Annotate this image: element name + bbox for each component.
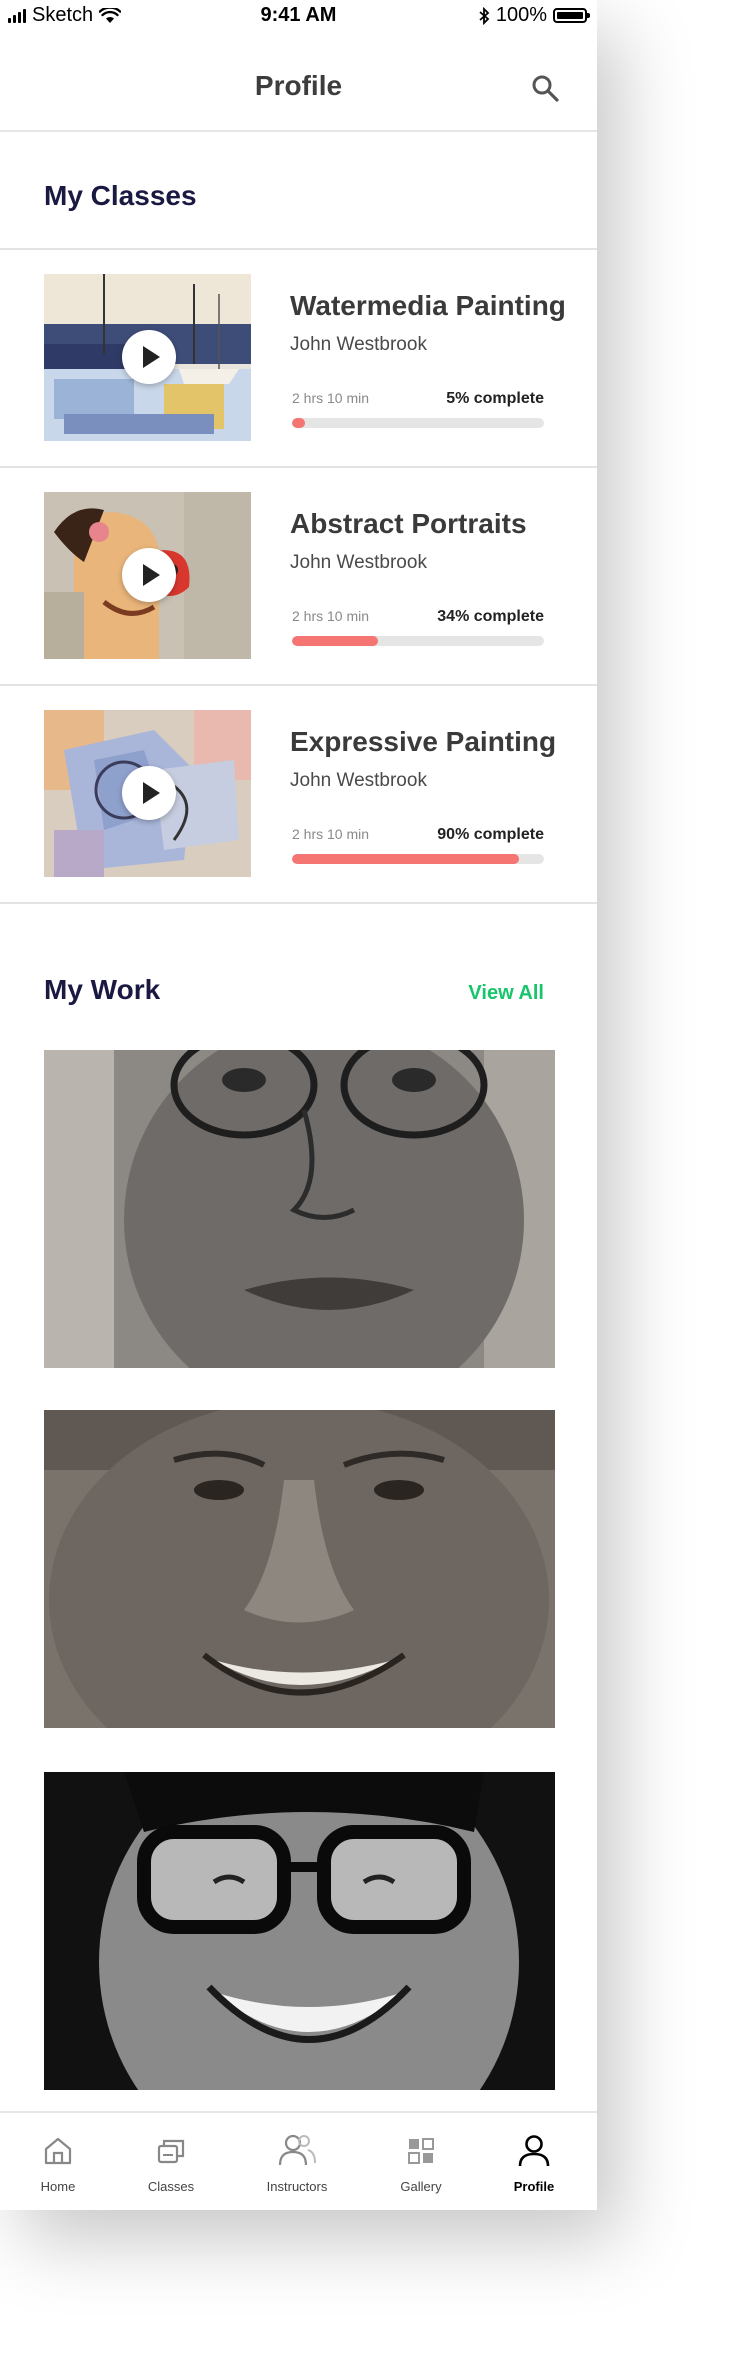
tab-label: Gallery	[400, 2179, 442, 2194]
app-header: Profile	[0, 34, 597, 132]
tab-home[interactable]: Home	[8, 2113, 108, 2210]
progress-fill	[292, 418, 305, 428]
my-classes-heading: My Classes	[44, 180, 197, 211]
battery-icon	[553, 8, 590, 23]
class-title: Abstract Portraits	[290, 508, 527, 539]
my-work-heading: My Work	[44, 974, 161, 1005]
page-title: Profile	[254, 70, 343, 101]
class-author: John Westbrook	[290, 770, 427, 791]
progress-bar	[292, 854, 544, 864]
tab-gallery[interactable]: Gallery	[371, 2113, 471, 2210]
gallery-icon	[408, 2138, 434, 2164]
status-bar: Sketch 9:41 AM 100%	[0, 0, 597, 34]
tab-label: Home	[40, 2179, 76, 2194]
class-thumbnail[interactable]	[44, 274, 251, 441]
progress-fill	[292, 636, 378, 646]
bluetooth-icon	[479, 6, 490, 25]
tab-label: Profile	[513, 2179, 555, 2194]
class-card[interactable]: Abstract Portraits John Westbrook 2 hrs …	[0, 468, 597, 684]
class-duration: 2 hrs 10 min	[292, 390, 370, 406]
class-progress-label: 34% complete	[437, 608, 544, 625]
tab-label: Instructors	[266, 2179, 328, 2194]
tab-instructors[interactable]: Instructors	[247, 2113, 347, 2210]
home-icon	[44, 2137, 72, 2165]
progress-fill	[292, 854, 519, 864]
class-card[interactable]: Expressive Painting John Westbrook 2 hrs…	[0, 686, 597, 902]
class-card[interactable]: Watermedia Painting John Westbrook 2 hrs…	[0, 250, 597, 466]
phone-screen: Sketch 9:41 AM 100% Profile My Classes W…	[0, 0, 597, 2210]
class-title: Watermedia Painting	[290, 290, 566, 321]
class-duration: 2 hrs 10 min	[292, 826, 370, 842]
work-image[interactable]	[44, 1772, 555, 2090]
battery-percent: 100%	[495, 4, 547, 26]
class-author: John Westbrook	[290, 552, 427, 573]
play-icon[interactable]	[122, 330, 176, 384]
class-progress-label: 5% complete	[446, 390, 544, 407]
progress-bar	[292, 636, 544, 646]
instructors-icon	[278, 2134, 316, 2166]
profile-icon	[518, 2135, 550, 2167]
class-author: John Westbrook	[290, 334, 427, 355]
tab-profile[interactable]: Profile	[484, 2113, 584, 2210]
tab-bar: Home Classes Instructors Gallery Profile	[0, 2111, 597, 2210]
search-icon[interactable]	[531, 74, 559, 102]
play-icon[interactable]	[122, 548, 176, 602]
work-image[interactable]	[44, 1050, 555, 1368]
class-duration: 2 hrs 10 min	[292, 608, 370, 624]
work-image[interactable]	[44, 1410, 555, 1728]
class-progress-label: 90% complete	[437, 826, 544, 843]
class-thumbnail[interactable]	[44, 492, 251, 659]
class-thumbnail[interactable]	[44, 710, 251, 877]
view-all-link[interactable]: View All	[468, 982, 544, 1005]
play-icon[interactable]	[122, 766, 176, 820]
portrait-drawing-glasses-woman	[44, 1050, 555, 1368]
divider	[0, 902, 597, 904]
class-title: Expressive Painting	[290, 726, 557, 757]
progress-bar	[292, 418, 544, 428]
portrait-drawing-old-man	[44, 1410, 555, 1728]
classes-icon	[157, 2139, 185, 2164]
tab-classes[interactable]: Classes	[121, 2113, 221, 2210]
portrait-drawing-smiling-man-glasses	[44, 1772, 555, 2090]
tab-label: Classes	[147, 2179, 195, 2194]
